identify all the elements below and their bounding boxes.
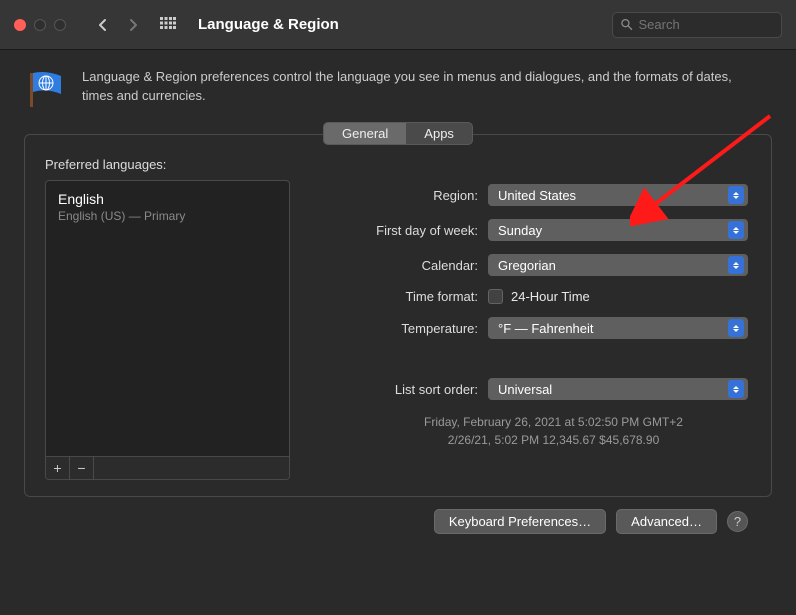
- tab-general[interactable]: General: [324, 123, 406, 144]
- first-day-label: First day of week:: [308, 223, 488, 238]
- chevron-up-down-icon: [728, 256, 744, 274]
- titlebar: Language & Region: [0, 0, 796, 50]
- remove-language-button[interactable]: −: [70, 457, 94, 479]
- footer-buttons: Keyboard Preferences… Advanced… ?: [24, 497, 772, 534]
- language-name: English: [58, 191, 277, 207]
- first-day-popup[interactable]: Sunday: [488, 219, 748, 241]
- calendar-value: Gregorian: [498, 258, 728, 273]
- list-sort-popup[interactable]: Universal: [488, 378, 748, 400]
- time-format-label: Time format:: [308, 289, 488, 304]
- chevron-up-down-icon: [728, 186, 744, 204]
- language-region-icon: [24, 68, 66, 108]
- minimize-window-button[interactable]: [34, 19, 46, 31]
- nav-back-button[interactable]: [92, 14, 114, 36]
- language-subtitle: English (US) — Primary: [58, 209, 277, 223]
- chevron-up-down-icon: [728, 380, 744, 398]
- preferred-languages-label: Preferred languages:: [45, 157, 751, 172]
- example-line-1: Friday, February 26, 2021 at 5:02:50 PM …: [356, 413, 751, 431]
- intro-section: Language & Region preferences control th…: [24, 68, 772, 108]
- maximize-window-button[interactable]: [54, 19, 66, 31]
- temperature-label: Temperature:: [308, 321, 488, 336]
- region-popup[interactable]: United States: [488, 184, 748, 206]
- calendar-label: Calendar:: [308, 258, 488, 273]
- search-field[interactable]: [612, 12, 782, 38]
- calendar-popup[interactable]: Gregorian: [488, 254, 748, 276]
- region-value: United States: [498, 188, 728, 203]
- first-day-value: Sunday: [498, 223, 728, 238]
- preferred-languages-list: English English (US) — Primary + −: [45, 180, 290, 480]
- keyboard-preferences-button[interactable]: Keyboard Preferences…: [434, 509, 606, 534]
- temperature-popup[interactable]: °F — Fahrenheit: [488, 317, 748, 339]
- close-window-button[interactable]: [14, 19, 26, 31]
- tab-bar: General Apps: [24, 122, 772, 146]
- advanced-button[interactable]: Advanced…: [616, 509, 717, 534]
- window-title: Language & Region: [198, 16, 339, 33]
- region-label: Region:: [308, 188, 488, 203]
- list-sort-label: List sort order:: [308, 382, 488, 397]
- time-format-checkbox[interactable]: [488, 289, 503, 304]
- temperature-value: °F — Fahrenheit: [498, 321, 728, 336]
- format-example: Friday, February 26, 2021 at 5:02:50 PM …: [356, 413, 751, 449]
- search-icon: [621, 18, 633, 31]
- add-language-button[interactable]: +: [46, 457, 70, 479]
- general-panel: Preferred languages: English English (US…: [24, 134, 772, 497]
- window-controls: [14, 19, 66, 31]
- nav-forward-button[interactable]: [122, 14, 144, 36]
- list-item[interactable]: English English (US) — Primary: [46, 187, 289, 227]
- tab-apps[interactable]: Apps: [406, 123, 472, 144]
- help-button[interactable]: ?: [727, 511, 748, 532]
- example-line-2: 2/26/21, 5:02 PM 12,345.67 $45,678.90: [356, 431, 751, 449]
- search-input[interactable]: [639, 17, 774, 32]
- chevron-up-down-icon: [728, 221, 744, 239]
- list-sort-value: Universal: [498, 382, 728, 397]
- time-format-checkbox-label: 24-Hour Time: [511, 289, 590, 304]
- chevron-up-down-icon: [728, 319, 744, 337]
- intro-text: Language & Region preferences control th…: [82, 68, 732, 106]
- show-all-prefs-icon[interactable]: [156, 13, 180, 37]
